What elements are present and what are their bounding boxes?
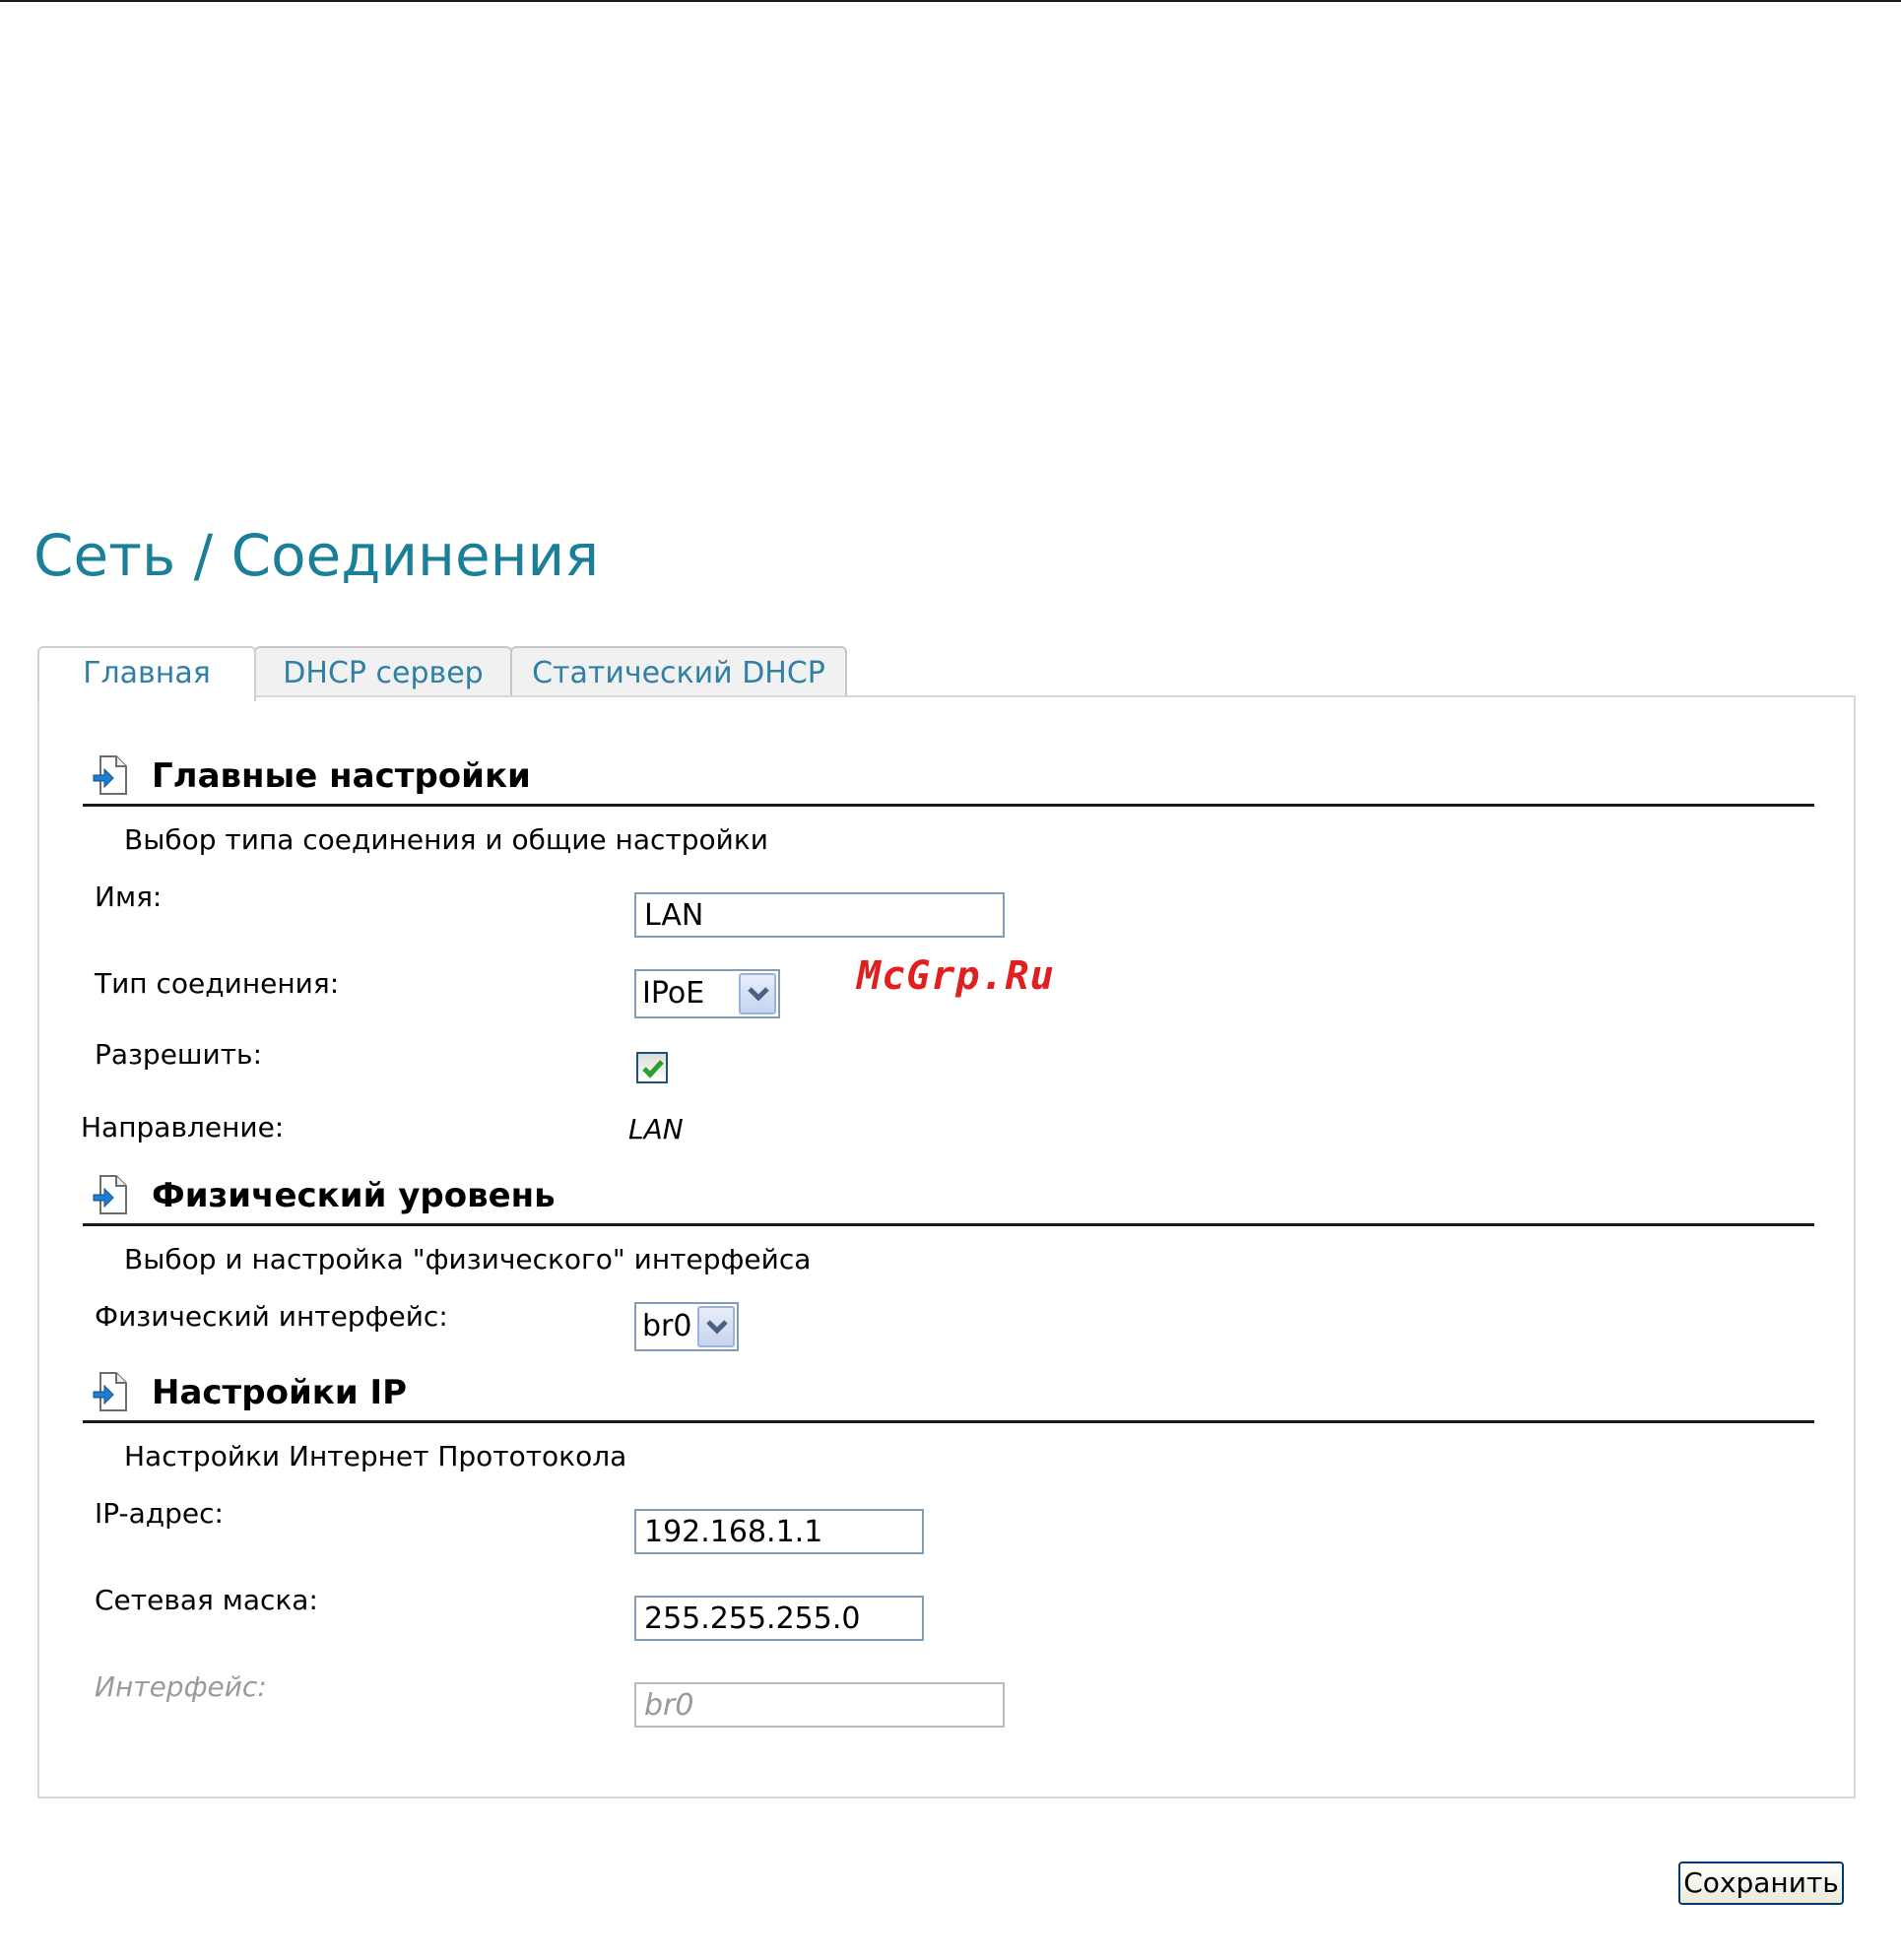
section-main-description: Выбор типа соединения и общие настройки <box>124 823 768 856</box>
document-arrow-icon <box>93 1371 128 1412</box>
connection-type-select[interactable]: IPoE <box>634 969 780 1018</box>
top-rule <box>0 0 1901 2</box>
section-main-title: Главные настройки <box>152 756 531 796</box>
chevron-down-icon[interactable] <box>739 973 776 1014</box>
page-title: Сеть / Соединения <box>33 522 600 589</box>
chevron-down-icon[interactable] <box>697 1306 735 1347</box>
section-main-header: Главные настройки <box>93 754 1814 800</box>
enable-label: Разрешить: <box>95 1038 262 1071</box>
section-divider <box>83 1223 1814 1226</box>
section-ip-description: Настройки Интернет Прототокола <box>124 1440 627 1472</box>
direction-value: LAN <box>628 1113 684 1145</box>
connection-type-value: IPoE <box>642 976 705 1011</box>
section-divider <box>83 804 1814 807</box>
ip-interface-label: Интерфейс: <box>95 1670 267 1703</box>
ip-interface-input <box>634 1682 1005 1728</box>
tab-bar: Главная DHCP сервер Статический DHCP <box>37 646 1869 701</box>
ip-address-input[interactable] <box>634 1509 924 1554</box>
section-divider <box>83 1420 1814 1423</box>
save-button[interactable]: Сохранить <box>1678 1862 1844 1905</box>
document-arrow-icon <box>93 754 128 796</box>
name-label: Имя: <box>95 881 163 913</box>
physical-interface-select[interactable]: br0 <box>634 1302 739 1351</box>
section-physical-header: Физический уровень <box>93 1174 1814 1219</box>
name-input[interactable] <box>634 892 1005 938</box>
document-arrow-icon <box>93 1174 128 1215</box>
netmask-label: Сетевая маска: <box>95 1584 318 1616</box>
physical-interface-label: Физический интерфейс: <box>95 1300 448 1333</box>
netmask-input[interactable] <box>634 1596 924 1641</box>
watermark: McGrp.Ru <box>857 953 1055 999</box>
physical-interface-value: br0 <box>642 1309 692 1343</box>
section-physical-title: Физический уровень <box>152 1176 556 1215</box>
section-ip-header: Настройки IP <box>93 1371 1814 1416</box>
section-physical-description: Выбор и настройка "физического" интерфей… <box>124 1243 812 1275</box>
section-ip-title: Настройки IP <box>152 1373 408 1412</box>
ip-address-label: IP-адрес: <box>95 1497 224 1530</box>
connection-type-label: Тип соединения: <box>95 967 340 1000</box>
tab-dhcp-server[interactable]: DHCP сервер <box>254 646 512 697</box>
tab-static-dhcp[interactable]: Статический DHCP <box>510 646 847 697</box>
enable-checkbox[interactable] <box>636 1052 668 1083</box>
tab-main[interactable]: Главная <box>37 646 256 701</box>
direction-label: Направление: <box>81 1111 285 1143</box>
